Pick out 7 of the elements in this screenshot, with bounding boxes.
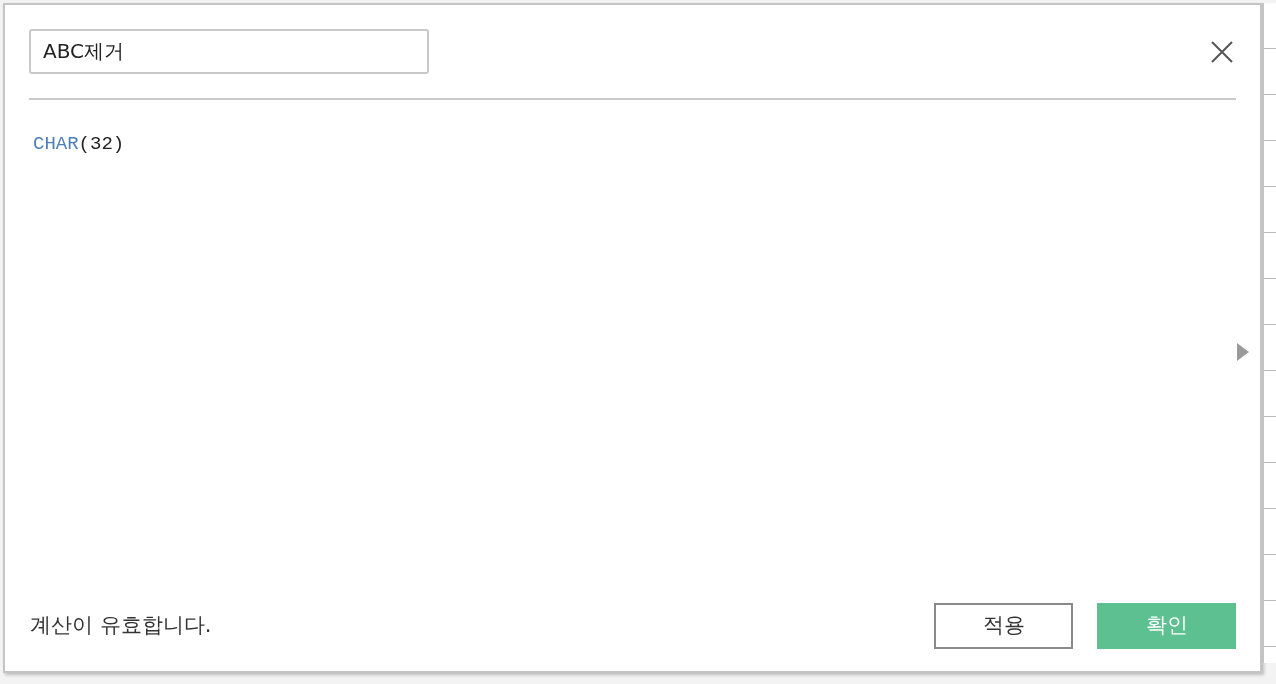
close-icon[interactable] [1210, 39, 1234, 64]
name-input-field[interactable]: ABC제거 [29, 29, 429, 74]
formula-code: CHAR(32) [33, 133, 125, 155]
status-message: 계산이 유효합니다. [29, 612, 212, 640]
expand-arrow-icon[interactable] [1236, 341, 1250, 362]
formula-editor[interactable]: CHAR(32) [29, 100, 1236, 603]
apply-button[interactable]: 적용 [934, 603, 1073, 649]
